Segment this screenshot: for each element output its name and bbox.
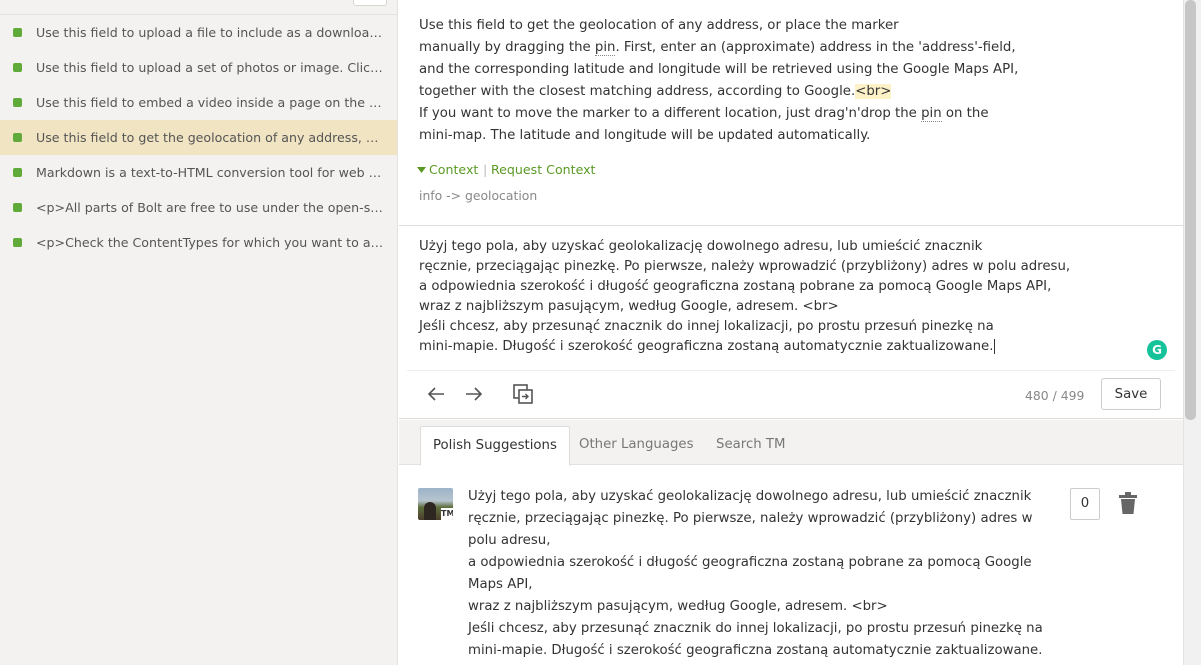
suggestions-panel: Polish Suggestions Other Languages Searc… [399, 420, 1183, 665]
caret-down-icon [417, 167, 426, 173]
unit-list-item[interactable]: Markdown is a text-to-HTML conversion to… [0, 155, 397, 190]
translation-workspace: Use this field to get the geolocation of… [399, 0, 1183, 665]
source-text-line: together with the closest matching addre… [419, 84, 892, 99]
context-toggle[interactable]: Context [417, 162, 478, 177]
delete-suggestion-button[interactable] [1119, 492, 1137, 514]
unit-source-preview: Use this field to upload a set of photos… [36, 60, 386, 75]
previous-unit-button[interactable] [422, 380, 450, 408]
request-context-link[interactable]: Request Context [491, 162, 596, 177]
copy-source-button[interactable] [509, 380, 537, 408]
next-unit-button[interactable] [460, 380, 488, 408]
sidebar-toolbar-button[interactable] [353, 0, 387, 6]
unit-source-preview: Use this field to embed a video inside a… [36, 95, 386, 110]
vote-count[interactable]: 0 [1070, 488, 1100, 520]
source-text-line: and the corresponding latitude and longi… [419, 62, 1019, 77]
source-text-line: manually by dragging the pin. First, ent… [419, 40, 1016, 56]
arrow-left-icon [427, 387, 444, 401]
avatar: TM [418, 488, 453, 520]
suggestion-text-line: mini-mapie. Długość i szerokość geografi… [468, 643, 1043, 658]
grammarly-icon[interactable]: G [1147, 340, 1167, 360]
translation-editor[interactable]: Użyj tego pola, aby uzyskać geolokalizac… [399, 227, 1183, 419]
copy-source-icon [513, 384, 533, 404]
translated-status-dot [13, 133, 22, 142]
tab-search-tm[interactable]: Search TM [704, 426, 798, 466]
trash-icon [1119, 492, 1137, 514]
unit-list-item[interactable]: <p>Check the ContentTypes for which you … [0, 225, 397, 260]
context-separator: | [483, 162, 488, 177]
context-path: info -> geolocation [419, 188, 538, 203]
translated-status-dot [13, 168, 22, 177]
placeable-tag[interactable]: <br> [855, 84, 892, 99]
suggestion-text-line: ręcznie, przeciągając pinezkę. Po pierws… [468, 511, 1033, 526]
arrow-right-icon [466, 387, 483, 401]
translated-status-dot [13, 28, 22, 37]
tab-polish-suggestions[interactable]: Polish Suggestions [420, 426, 570, 466]
suggestion-text-line: Jeśli chcesz, aby przesunąć znacznik do … [468, 621, 1043, 636]
translated-status-dot [13, 238, 22, 247]
translation-text-line[interactable]: wraz z najbliższym pasującym, według Goo… [419, 297, 839, 317]
source-text-line: mini-map. The latitude and longitude wil… [419, 128, 871, 143]
suggestion-text-line: a odpowiednia szerokość i długość geogra… [468, 555, 1032, 570]
suggestion-tabs: Polish Suggestions Other Languages Searc… [399, 420, 1183, 466]
suggestion-text-line: Użyj tego pola, aby uzyskać geolokalizac… [468, 489, 1032, 504]
unit-source-preview: Use this field to get the geolocation of… [36, 130, 386, 145]
character-counter: 480 / 499 [1025, 388, 1085, 403]
translated-status-dot [13, 98, 22, 107]
glossary-term[interactable]: pin [921, 106, 942, 122]
save-button[interactable]: Save [1101, 378, 1161, 410]
scrollbar-thumb[interactable] [1185, 0, 1196, 420]
translation-text-line[interactable]: mini-mapie. Długość i szerokość geografi… [419, 337, 996, 357]
unit-list-item[interactable]: Use this field to upload a file to inclu… [0, 15, 397, 50]
translation-text-line[interactable]: Użyj tego pola, aby uzyskać geolokalizac… [419, 237, 982, 257]
unit-source-preview: <p>All parts of Bolt are free to use und… [36, 200, 386, 215]
suggestion-text-line: polu adresu, [468, 533, 551, 548]
translated-status-dot [13, 63, 22, 72]
unit-source-preview: Markdown is a text-to-HTML conversion to… [36, 165, 386, 180]
translation-text-line[interactable]: ręcznie, przeciągając pinezkę. Po pierws… [419, 257, 1070, 277]
tm-badge: TM [441, 508, 453, 520]
sidebar-toolbar [0, 0, 397, 15]
source-text-line: If you want to move the marker to a diff… [419, 106, 989, 122]
source-text-line: Use this field to get the geolocation of… [419, 18, 899, 33]
suggestion-text-line: Maps API, [468, 577, 533, 592]
translation-text-line[interactable]: a odpowiednia szerokość i długość geogra… [419, 277, 1051, 297]
tab-other-languages[interactable]: Other Languages [567, 426, 706, 466]
unit-source-preview: Use this field to upload a file to inclu… [36, 25, 386, 40]
translated-status-dot [13, 203, 22, 212]
unit-list-item[interactable]: Use this field to embed a video inside a… [0, 85, 397, 120]
divider [407, 370, 1175, 371]
glossary-term[interactable]: pin [594, 40, 616, 56]
suggestion-text-line: wraz z najbliższym pasującym, według Goo… [468, 599, 888, 614]
translation-text-line[interactable]: Jeśli chcesz, aby przesunąć znacznik do … [419, 317, 994, 337]
unit-list-item-active[interactable]: Use this field to get the geolocation of… [0, 120, 397, 155]
unit-list-item[interactable]: <p>All parts of Bolt are free to use und… [0, 190, 397, 225]
source-panel: Use this field to get the geolocation of… [399, 0, 1183, 226]
unit-source-preview: <p>Check the ContentTypes for which you … [36, 235, 386, 250]
avatar-silhouette [424, 502, 436, 520]
unit-list-sidebar: Use this field to upload a file to inclu… [0, 0, 398, 665]
unit-list-item[interactable]: Use this field to upload a set of photos… [0, 50, 397, 85]
